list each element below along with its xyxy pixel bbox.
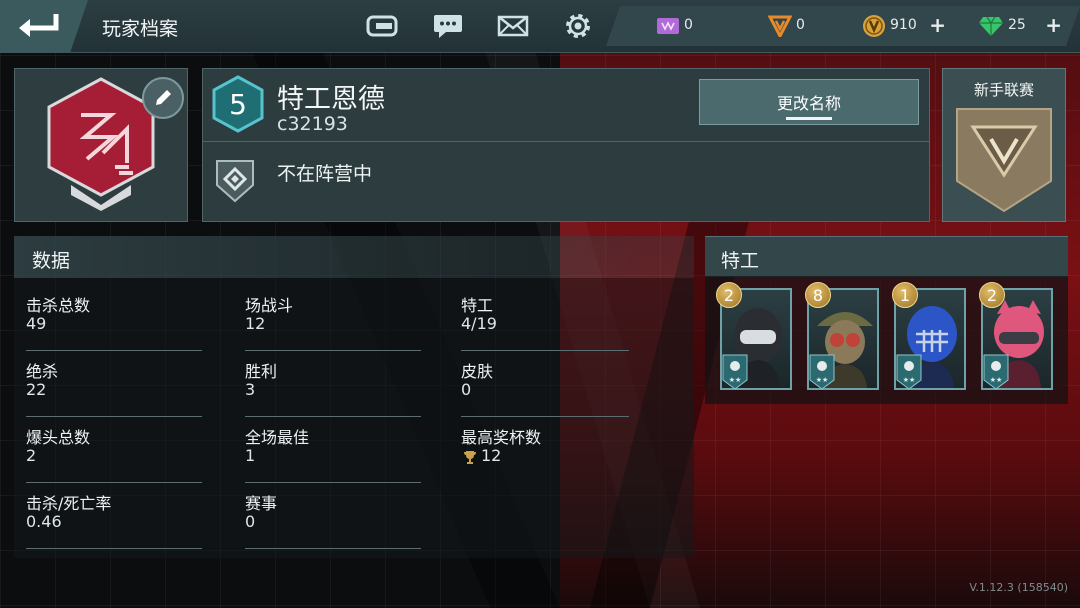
player-name: 特工恩德: [277, 84, 385, 115]
stat-skins: 皮肤 0: [461, 358, 629, 417]
league-badge-icon: [956, 108, 1052, 213]
player-level: 5: [229, 87, 247, 121]
stat-value: 12: [481, 446, 502, 465]
pencil-icon: [156, 90, 171, 105]
mail-button[interactable]: [497, 10, 529, 42]
agent-level-badge: 2: [979, 282, 1005, 308]
stat-label: 全场最佳: [245, 428, 310, 447]
agent-rank-icon: ★★: [722, 354, 748, 390]
agent-rank-icon: ★★: [809, 354, 835, 390]
add-gold-button[interactable]: +: [929, 13, 946, 37]
stat-mvp: 全场最佳 1: [245, 424, 421, 483]
stat-label: 皮肤: [461, 362, 494, 381]
stats-title: 数据: [32, 250, 71, 272]
stat-value: 49: [26, 314, 47, 333]
agent-level-badge: 2: [716, 282, 742, 308]
svg-text:★★: ★★: [903, 376, 916, 384]
stat-agents: 特工 4/19: [461, 292, 629, 351]
agent-level-badge: 1: [892, 282, 918, 308]
edit-emblem-button[interactable]: [142, 77, 184, 119]
svg-text:★★: ★★: [990, 376, 1003, 384]
agents-title: 特工: [721, 250, 760, 272]
stat-value: 12: [245, 314, 266, 333]
currency-tickets[interactable]: 0: [606, 6, 736, 46]
chat-button[interactable]: [432, 10, 464, 42]
player-info-panel: 5 特工恩德 c32193 更改名称 不在阵营中: [202, 68, 930, 222]
stat-value: 22: [26, 380, 47, 399]
stat-value: 0.46: [26, 512, 62, 531]
stat-wins: 胜利 3: [245, 358, 421, 417]
svg-text:★★: ★★: [729, 376, 742, 384]
stat-value: 3: [245, 380, 256, 399]
stat-label: 赛事: [245, 494, 278, 513]
stats-header: 数据: [14, 236, 694, 278]
stat-tournaments: 赛事 0: [245, 490, 421, 549]
player-id: c32193: [277, 113, 348, 135]
chat-bubble-icon: [434, 15, 462, 38]
gold-coin-icon: [862, 14, 886, 38]
gem-icon: [978, 15, 1004, 37]
mail-icon: [497, 15, 529, 37]
stat-headshots: 爆头总数 2: [26, 424, 202, 483]
stat-finishers: 绝杀 22: [26, 358, 202, 417]
agents-header: 特工: [705, 236, 1068, 277]
faction-status: 不在阵营中: [277, 163, 373, 185]
stat-label: 绝杀: [26, 362, 59, 381]
stat-value: 0: [461, 380, 472, 399]
currency-vip-value: 0: [796, 17, 805, 33]
back-button[interactable]: [0, 0, 88, 52]
stat-label: 击杀总数: [26, 296, 91, 315]
stat-label: 最高奖杯数: [461, 428, 542, 447]
vip-coin-icon: [768, 15, 792, 37]
stat-label: 爆头总数: [26, 428, 91, 447]
currency-gems-value: 25: [1008, 17, 1026, 33]
version-label: V.1.12.3 (158540): [969, 581, 1068, 594]
stat-battles: 场战斗 12: [245, 292, 421, 351]
currency-gold-value: 910: [890, 17, 917, 33]
league-card[interactable]: 新手联赛: [942, 68, 1066, 222]
trophy-icon: [464, 451, 476, 464]
agent-rank-icon: ★★: [896, 354, 922, 390]
svg-text:★★: ★★: [816, 376, 829, 384]
currency-tickets-value: 0: [684, 17, 693, 33]
stat-value: 0: [245, 512, 256, 531]
add-gems-button[interactable]: +: [1045, 13, 1062, 37]
gameloft-icon: [366, 15, 398, 37]
stat-label: 击杀/死亡率: [26, 494, 112, 513]
gear-icon: [566, 14, 590, 38]
stat-value: 1: [245, 446, 256, 465]
stat-value: 4/19: [461, 314, 497, 333]
stat-kd-ratio: 击杀/死亡率 0.46: [26, 490, 202, 549]
gameloft-button[interactable]: [366, 10, 398, 42]
league-name: 新手联赛: [973, 81, 1034, 99]
page-title: 玩家档案: [102, 18, 179, 40]
currency-vip[interactable]: 0: [718, 6, 848, 46]
stat-label: 胜利: [245, 362, 278, 381]
stat-kills: 击杀总数 49: [26, 292, 202, 351]
rename-button[interactable]: 更改名称: [699, 79, 919, 125]
top-bar: 玩家档案 0 0 910 + 25 +: [0, 0, 1080, 53]
ticket-icon: [656, 16, 680, 36]
agent-level-badge: 8: [805, 282, 831, 308]
faction-shield-icon: [216, 160, 254, 203]
currency-gold[interactable]: 910 +: [830, 6, 964, 46]
rename-button-label: 更改名称: [776, 94, 841, 113]
stat-label: 特工: [461, 296, 494, 315]
stat-max-trophies: 最高奖杯数 12: [461, 424, 629, 482]
back-arrow-icon: [19, 14, 59, 37]
stat-label: 场战斗: [245, 296, 294, 315]
agent-rank-icon: ★★: [983, 354, 1009, 390]
stat-value: 2: [26, 446, 37, 465]
divider: [203, 141, 929, 142]
rename-underline: [786, 117, 832, 120]
currency-gems[interactable]: 25 +: [944, 6, 1080, 46]
settings-button[interactable]: [562, 10, 594, 42]
